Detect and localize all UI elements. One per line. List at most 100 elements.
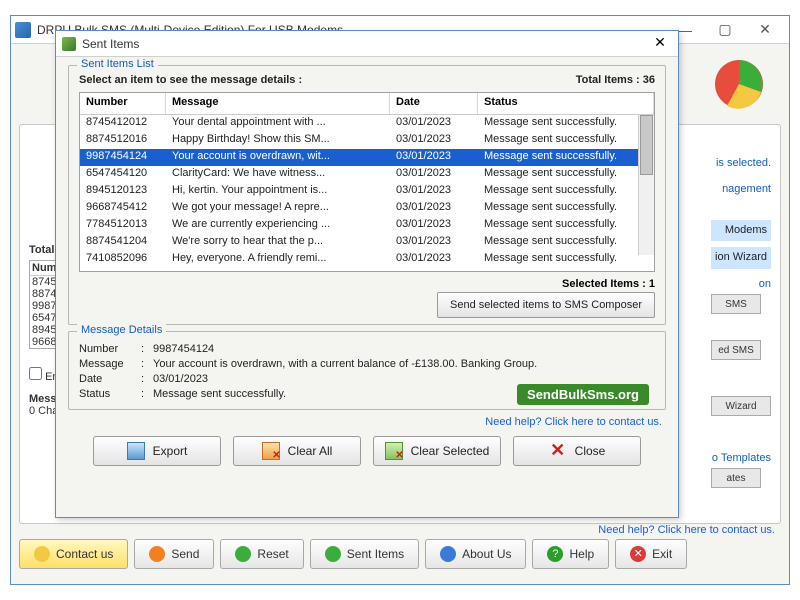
help-link-dialog[interactable]: Need help? Click here to contact us.: [68, 416, 662, 428]
exit-icon: ✕: [630, 546, 646, 562]
vertical-scrollbar[interactable]: [638, 115, 654, 255]
about-us-button[interactable]: About Us: [425, 539, 526, 569]
table-cell: 8874541204: [80, 234, 166, 251]
person-icon: [34, 546, 50, 562]
table-row[interactable]: 8874541204We're sorry to hear that the p…: [80, 234, 654, 251]
bg-mini-btn[interactable]: SMS: [711, 294, 761, 314]
table-cell: 8945120123: [80, 183, 166, 200]
table-cell: We are currently experiencing ...: [166, 217, 390, 234]
send-button[interactable]: Send: [134, 539, 214, 569]
close-icon: ✕: [549, 442, 567, 460]
table-row[interactable]: 7784512013We are currently experiencing …: [80, 217, 654, 234]
lbl: Message: [79, 358, 141, 370]
table-cell: Message sent successfully.: [478, 166, 654, 183]
dialog-close-button[interactable]: ✕: [648, 34, 672, 54]
horizontal-scrollbar[interactable]: ‹›: [80, 271, 654, 272]
bg-text: on: [711, 275, 771, 295]
btn-label: Exit: [652, 547, 672, 561]
select-prompt: Select an item to see the message detail…: [79, 74, 302, 86]
reset-button[interactable]: Reset: [220, 539, 303, 569]
table-cell: 03/01/2023: [390, 115, 478, 132]
bg-mini-btn[interactable]: ed SMS: [711, 340, 761, 360]
table-cell: Hi, kertin. Your appointment is...: [166, 183, 390, 200]
bg-wizard-btn[interactable]: Wizard: [711, 396, 771, 416]
btn-label: Export: [153, 444, 188, 458]
table-row[interactable]: 8945120123Hi, kertin. Your appointment i…: [80, 183, 654, 200]
sent-items-icon: [62, 37, 76, 51]
val: Your account is overdrawn, with a curren…: [153, 358, 537, 370]
table-cell: Your account is overdrawn, wit...: [166, 149, 390, 166]
lbl: Status: [79, 388, 141, 400]
table-cell: Message sent successfully.: [478, 115, 654, 132]
dialog-titlebar: Sent Items ✕: [56, 31, 678, 57]
btn-label: Contact us: [56, 547, 113, 561]
en-checkbox[interactable]: [29, 367, 42, 380]
sent-items-button[interactable]: Sent Items: [310, 539, 419, 569]
btn-label: Reset: [257, 547, 288, 561]
clear-all-button[interactable]: Clear All: [233, 436, 361, 466]
total-count: 36: [643, 74, 655, 86]
table-row[interactable]: 9987454124Your account is overdrawn, wit…: [80, 149, 654, 166]
close-button[interactable]: ✕Close: [513, 436, 641, 466]
col-status[interactable]: Status: [478, 93, 654, 114]
table-row[interactable]: 9668745412We got your message! A repre..…: [80, 200, 654, 217]
table-cell: Message sent successfully.: [478, 200, 654, 217]
list-legend: Sent Items List: [77, 58, 158, 70]
clear-selected-icon: [385, 442, 403, 460]
clear-all-icon: [262, 442, 280, 460]
contact-us-button[interactable]: Contact us: [19, 539, 128, 569]
table-header: Number Message Date Status: [80, 93, 654, 115]
selected-label: Selected Items :: [562, 278, 646, 290]
bottom-toolbar: Contact us Send Reset Sent Items About U…: [19, 532, 781, 576]
selection-row: Selected Items : 1: [79, 278, 655, 290]
sent-icon: [325, 546, 341, 562]
val: 9987454124: [153, 343, 214, 355]
btn-label: Clear Selected: [411, 444, 490, 458]
col-date[interactable]: Date: [390, 93, 478, 114]
bg-text: is selected.: [711, 154, 771, 174]
app-icon: [15, 22, 31, 38]
close-window-button[interactable]: ✕: [745, 18, 785, 42]
val: 03/01/2023: [153, 373, 208, 385]
envelope-icon: [149, 546, 165, 562]
bg-text: Modems: [711, 220, 771, 242]
selected-count: 1: [649, 278, 655, 290]
total-items: Total Items : 36: [576, 74, 655, 86]
dialog-body: Sent Items List Select an item to see th…: [56, 57, 678, 476]
sent-items-list-fieldset: Sent Items List Select an item to see th…: [68, 65, 666, 325]
table-cell: Happy Birthday! Show this SM...: [166, 132, 390, 149]
btn-label: Clear All: [288, 444, 333, 458]
composer-row: Send selected items to SMS Composer: [79, 292, 655, 318]
bg-text: ion Wizard: [711, 247, 771, 269]
table-cell: 7410852096: [80, 251, 166, 268]
send-to-composer-button[interactable]: Send selected items to SMS Composer: [437, 292, 655, 318]
sent-items-dialog: Sent Items ✕ Sent Items List Select an i…: [55, 30, 679, 518]
col-number[interactable]: Number: [80, 93, 166, 114]
table-row[interactable]: 8745412012Your dental appointment with .…: [80, 115, 654, 132]
list-header-row: Select an item to see the message detail…: [79, 74, 655, 86]
clear-selected-button[interactable]: Clear Selected: [373, 436, 501, 466]
maximize-button[interactable]: ▢: [705, 18, 745, 42]
col-message[interactable]: Message: [166, 93, 390, 114]
table-row[interactable]: 8874512016Happy Birthday! Show this SM..…: [80, 132, 654, 149]
detail-message: Message:Your account is overdrawn, with …: [79, 358, 655, 370]
table-cell: Hey, everyone. A friendly remi...: [166, 251, 390, 268]
table-cell: 8874512016: [80, 132, 166, 149]
table-cell: 03/01/2023: [390, 251, 478, 268]
help-button[interactable]: ?Help: [532, 539, 609, 569]
detail-number: Number:9987454124: [79, 343, 655, 355]
table-row[interactable]: 6547454120ClarityCard: We have witness..…: [80, 166, 654, 183]
btn-label: Send: [171, 547, 199, 561]
export-icon: [127, 442, 145, 460]
table-cell: 9987454124: [80, 149, 166, 166]
bg-mini-btn[interactable]: ates: [711, 468, 761, 488]
scroll-thumb[interactable]: [640, 115, 653, 175]
table-row[interactable]: 7410852096Hey, everyone. A friendly remi…: [80, 251, 654, 268]
table-cell: 03/01/2023: [390, 183, 478, 200]
val: Message sent successfully.: [153, 388, 286, 400]
exit-button[interactable]: ✕ Exit: [615, 539, 687, 569]
table-rows[interactable]: 8745412012Your dental appointment with .…: [80, 115, 654, 271]
table-cell: 03/01/2023: [390, 149, 478, 166]
table-cell: 03/01/2023: [390, 234, 478, 251]
export-button[interactable]: Export: [93, 436, 221, 466]
